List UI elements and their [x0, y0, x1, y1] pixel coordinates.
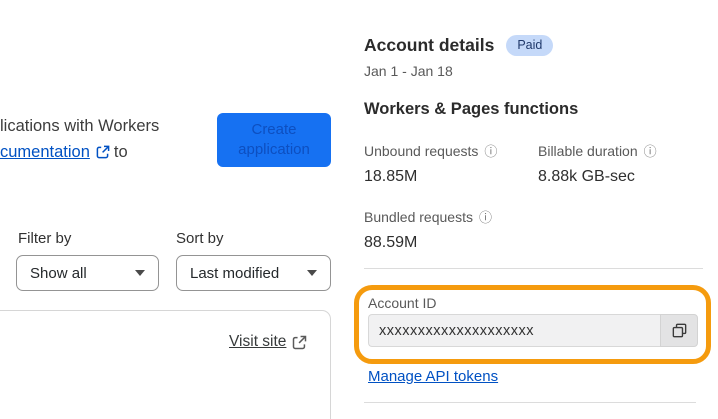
info-icon[interactable]: ⓘ: [479, 211, 492, 224]
manage-api-tokens-link[interactable]: Manage API tokens: [368, 368, 498, 385]
intro-text-line2: cumentation to: [0, 143, 128, 164]
filter-by-label: Filter by: [18, 230, 72, 247]
visit-site-link[interactable]: Visit site: [229, 333, 307, 351]
divider: [364, 268, 703, 269]
sort-by-label: Sort by: [176, 230, 224, 247]
metric-billable-duration: Billable duration ⓘ 8.88k GB-sec: [538, 143, 657, 186]
metric-label: Unbound requests: [364, 143, 479, 159]
info-icon[interactable]: ⓘ: [644, 145, 657, 158]
divider: [364, 402, 696, 403]
application-card: [0, 310, 331, 419]
sort-dropdown[interactable]: Last modified: [176, 255, 331, 291]
account-id-input[interactable]: [368, 314, 660, 347]
metric-value: 8.88k GB-sec: [538, 168, 635, 185]
visit-site-label: Visit site: [229, 333, 287, 350]
documentation-link[interactable]: cumentation: [0, 143, 90, 161]
metric-label: Billable duration: [538, 143, 638, 159]
workers-dashboard: lications with Workers cumentation to Cre…: [0, 0, 718, 419]
workers-pages-functions-title: Workers & Pages functions: [364, 100, 579, 118]
intro-text-line1: lications with Workers: [0, 117, 159, 136]
metric-unbound-requests: Unbound requests ⓘ 18.85M: [364, 143, 497, 186]
account-id-field-group: [368, 314, 698, 347]
account-id-label: Account ID: [368, 295, 437, 311]
external-link-icon: [292, 335, 307, 350]
date-range: Jan 1 - Jan 18: [364, 63, 453, 79]
copy-icon: [671, 322, 688, 339]
sort-dropdown-value: Last modified: [190, 264, 280, 282]
metric-value: 88.59M: [364, 234, 418, 251]
account-details-header: Account details Paid: [364, 35, 554, 56]
create-application-button[interactable]: Create application: [217, 113, 331, 167]
copy-button[interactable]: [660, 314, 698, 347]
filter-dropdown-value: Show all: [30, 264, 87, 282]
intro-text: lications with Workers: [0, 117, 160, 135]
chevron-down-icon: [135, 270, 145, 276]
metric-value: 18.85M: [364, 168, 418, 185]
metric-label: Bundled requests: [364, 209, 473, 225]
intro-suffix: to: [113, 143, 128, 161]
external-link-icon: [96, 145, 110, 164]
metric-bundled-requests: Bundled requests ⓘ 88.59M: [364, 209, 492, 252]
paid-badge: Paid: [506, 35, 554, 56]
info-icon[interactable]: ⓘ: [484, 145, 497, 158]
filter-dropdown[interactable]: Show all: [16, 255, 159, 291]
account-details-title: Account details: [364, 35, 495, 55]
chevron-down-icon: [307, 270, 317, 276]
